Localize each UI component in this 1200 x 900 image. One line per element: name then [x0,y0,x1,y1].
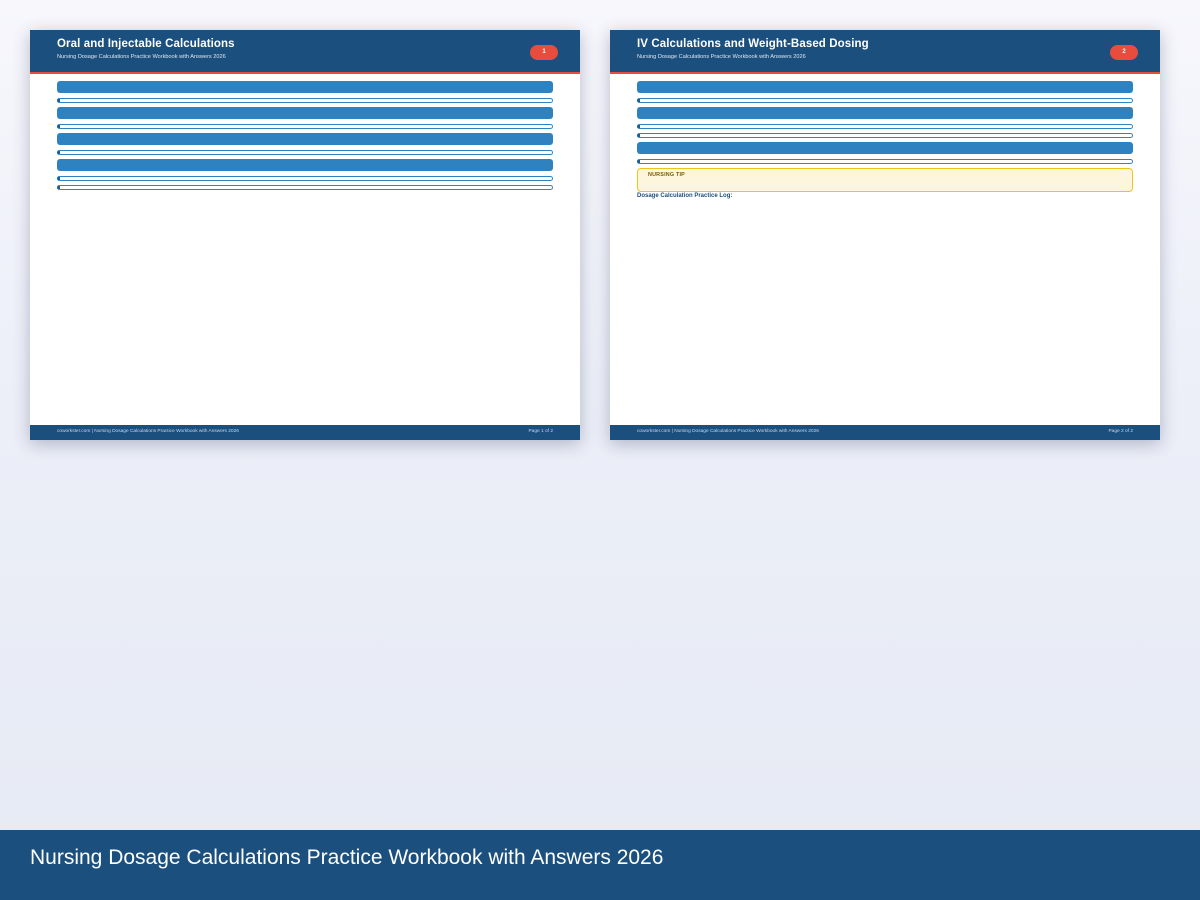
answer-line [57,185,553,190]
answer-line [57,124,553,129]
section-bar [637,81,1133,93]
footer-text: coworkster.com | Nursing Dosage Calculat… [637,429,819,434]
banner-title: Nursing Dosage Calculations Practice Wor… [30,846,664,869]
page-header: Oral and Injectable Calculations Nursing… [30,30,580,74]
answer-line [637,98,1133,103]
answer-line [57,150,553,155]
answer-line [637,124,1133,129]
workbook-page-2: IV Calculations and Weight-Based Dosing … [610,30,1160,440]
answer-line [637,133,1133,138]
page-title: Oral and Injectable Calculations [57,38,235,50]
nursing-tip-box: NURSING TIP [637,168,1133,192]
page-title: IV Calculations and Weight-Based Dosing [637,38,869,50]
section-bar [57,133,553,145]
page-number-badge: 1 [530,45,558,60]
section-bar [637,107,1133,119]
page-number-badge: 2 [1110,45,1138,60]
tip-label: NURSING TIP [648,172,685,178]
answer-line [637,159,1133,164]
page-footer: coworkster.com | Nursing Dosage Calculat… [610,425,1160,440]
answer-line [57,98,553,103]
practice-log-heading: Dosage Calculation Practice Log: [637,193,733,199]
page-subtitle: Nursing Dosage Calculations Practice Wor… [57,54,226,60]
page-header: IV Calculations and Weight-Based Dosing … [610,30,1160,74]
page-subtitle: Nursing Dosage Calculations Practice Wor… [637,54,806,60]
section-bar [57,159,553,171]
section-bar [57,81,553,93]
page-footer: coworkster.com | Nursing Dosage Calculat… [30,425,580,440]
title-banner: Nursing Dosage Calculations Practice Wor… [0,830,1200,900]
footer-text: coworkster.com | Nursing Dosage Calculat… [57,429,239,434]
workbook-page-1: Oral and Injectable Calculations Nursing… [30,30,580,440]
section-bar [637,142,1133,154]
answer-line [57,176,553,181]
footer-page-number: Page 1 of 2 [528,429,553,434]
section-bar [57,107,553,119]
footer-page-number: Page 2 of 2 [1108,429,1133,434]
